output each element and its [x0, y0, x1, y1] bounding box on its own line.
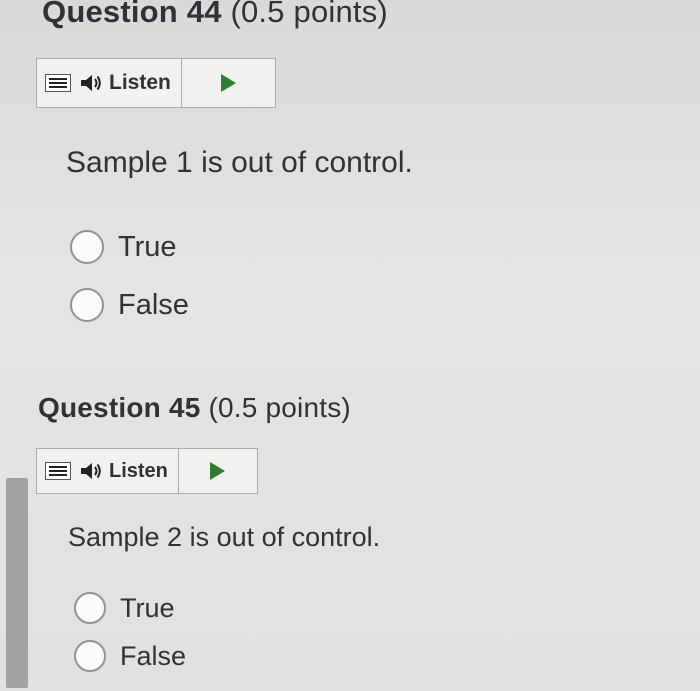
question-title: Question 44 (0.5 points): [42, 0, 388, 30]
listen-label: Listen: [109, 459, 168, 482]
option-label: False: [120, 640, 187, 671]
listen-toolbar: Listen: [36, 448, 258, 494]
menu-icon[interactable]: [45, 74, 71, 92]
listen-label: Listen: [109, 71, 171, 94]
play-button[interactable]: [182, 59, 275, 107]
option-false[interactable]: False: [70, 288, 189, 322]
radio-button[interactable]: [70, 230, 104, 264]
play-icon: [220, 74, 236, 92]
speaker-icon: [81, 75, 101, 91]
option-label: False: [118, 288, 189, 321]
option-false[interactable]: False: [74, 640, 186, 672]
radio-button[interactable]: [74, 640, 106, 672]
question-points: (0.5 points): [230, 0, 388, 29]
option-label: True: [118, 230, 177, 263]
listen-button[interactable]: Listen: [37, 59, 182, 107]
play-button[interactable]: [179, 449, 257, 493]
play-icon: [210, 462, 226, 480]
speaker-icon: [81, 463, 101, 479]
question-text: Sample 1 is out of control.: [66, 146, 413, 179]
listen-toolbar: Listen: [36, 58, 276, 108]
scrollbar-thumb[interactable]: [6, 478, 28, 688]
option-true[interactable]: True: [70, 230, 177, 264]
radio-button[interactable]: [70, 288, 104, 322]
question-title: Question 45 (0.5 points): [38, 392, 351, 424]
menu-icon[interactable]: [45, 462, 71, 480]
question-text: Sample 2 is out of control.: [68, 522, 381, 552]
option-true[interactable]: True: [74, 592, 175, 624]
listen-button[interactable]: Listen: [37, 449, 179, 493]
question-points: (0.5 points): [208, 392, 351, 423]
radio-button[interactable]: [74, 592, 106, 624]
question-number: Question 45: [38, 392, 201, 423]
question-number: Question 44: [42, 0, 222, 29]
option-label: True: [120, 592, 175, 623]
